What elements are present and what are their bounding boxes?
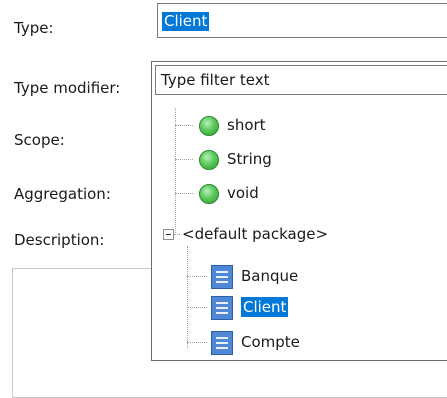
- type-value: Client: [162, 12, 210, 31]
- type-field[interactable]: Client: [157, 3, 447, 38]
- tree-connector: [175, 193, 193, 194]
- tree-connector: [175, 125, 193, 126]
- description-label: Description:: [14, 231, 105, 249]
- tree-item-void[interactable]: void: [199, 180, 259, 206]
- package-label: <default package>: [182, 225, 329, 243]
- type-label: Type:: [14, 19, 54, 37]
- tree-item-label: short: [227, 116, 266, 134]
- scope-label: Scope:: [14, 131, 65, 149]
- tree-connector: [187, 307, 207, 308]
- tree-item-client[interactable]: Client: [211, 294, 289, 320]
- primitive-type-icon: [199, 149, 219, 170]
- tree-connector: [187, 342, 207, 343]
- type-tree: short String void <default package> Banq…: [152, 62, 447, 362]
- tree-connector: [175, 159, 193, 160]
- tree-connector: [175, 108, 176, 233]
- collapse-toggle-icon[interactable]: [163, 229, 174, 240]
- tree-item-label: String: [227, 150, 272, 168]
- type-modifier-label: Type modifier:: [14, 79, 121, 97]
- tree-item-label: Compte: [241, 333, 300, 351]
- tree-item-short[interactable]: short: [199, 112, 266, 138]
- tree-connector: [187, 276, 207, 277]
- primitive-type-icon: [199, 115, 219, 136]
- tree-item-compte[interactable]: Compte: [211, 329, 300, 355]
- tree-item-label: void: [227, 184, 259, 202]
- class-icon: [211, 264, 233, 289]
- aggregation-label: Aggregation:: [14, 185, 111, 203]
- class-icon: [211, 295, 233, 320]
- tree-item-label: Banque: [241, 267, 299, 285]
- tree-connector: [187, 246, 188, 348]
- tree-item-default-package[interactable]: <default package>: [182, 221, 328, 247]
- tree-connector: [174, 234, 180, 235]
- tree-item-label: Client: [241, 297, 289, 317]
- tree-item-string[interactable]: String: [199, 146, 272, 172]
- class-icon: [211, 330, 233, 355]
- type-chooser-popup: Type filter text short String void <defa…: [151, 61, 447, 361]
- tree-item-banque[interactable]: Banque: [211, 263, 298, 289]
- primitive-type-icon: [199, 183, 219, 204]
